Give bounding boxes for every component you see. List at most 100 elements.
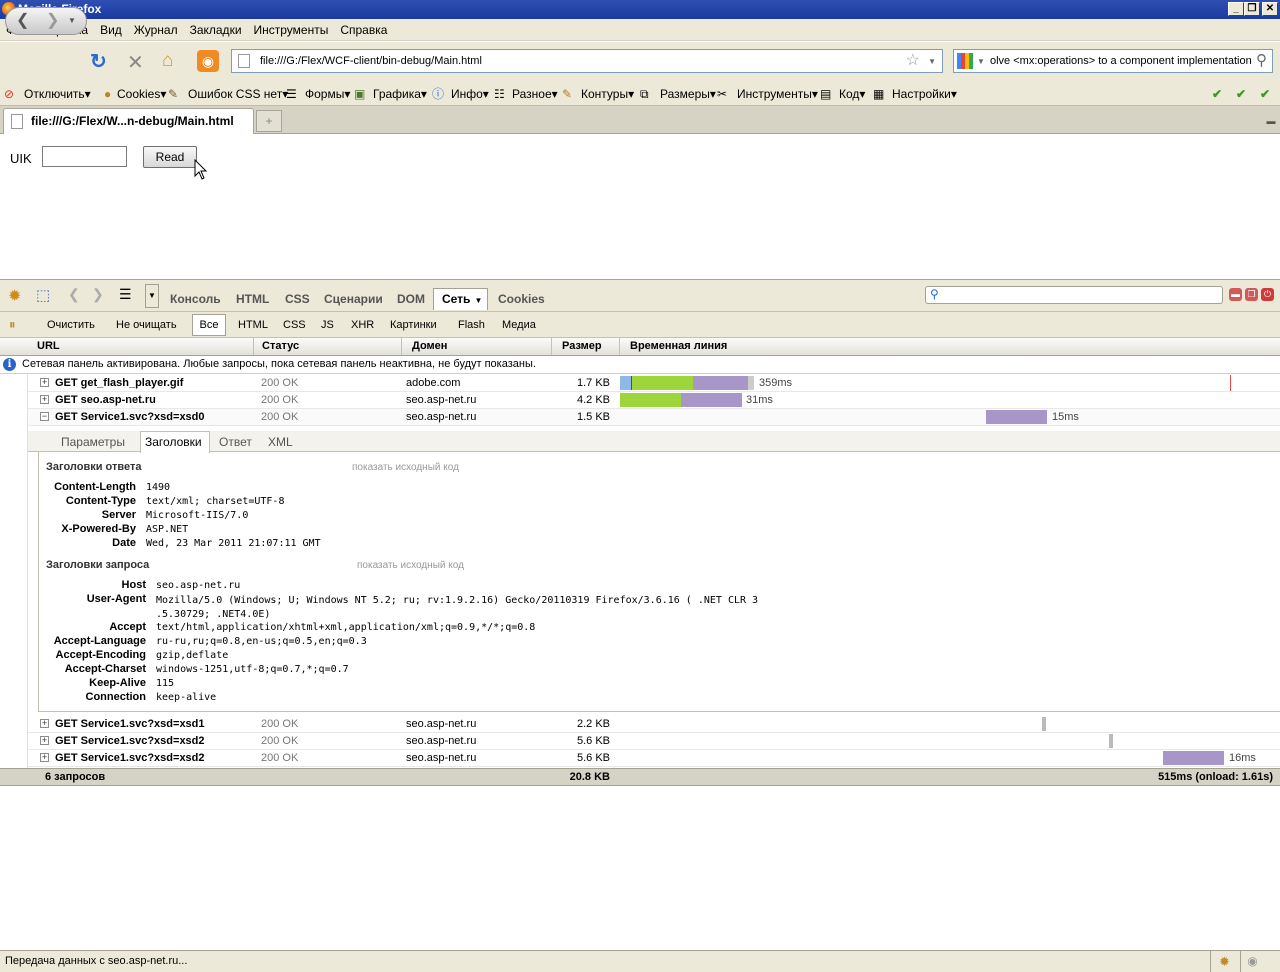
filter-all[interactable]: Все: [192, 314, 226, 336]
firebug-menu-icon[interactable]: ☰: [119, 286, 132, 303]
request-row[interactable]: + GET Service1.svc?xsd=xsd2 200 OK seo.a…: [28, 733, 1280, 750]
tab-html[interactable]: HTML: [236, 291, 269, 307]
read-button[interactable]: Read: [143, 146, 197, 168]
clear-button[interactable]: Очистить: [47, 318, 95, 332]
col-size[interactable]: Размер: [552, 338, 620, 355]
firebug-back-icon[interactable]: ❮: [68, 286, 80, 303]
tab-headers[interactable]: Заголовки: [140, 431, 210, 453]
url-text: file:///G:/Flex/WCF-client/bin-debug/Mai…: [260, 55, 482, 67]
firebug-icon[interactable]: ✹: [8, 286, 21, 306]
tab-net[interactable]: Сеть ▼: [433, 288, 488, 310]
menu-bookmarks[interactable]: Закладки: [184, 19, 248, 41]
firebug-detach-icon[interactable]: ❐: [1245, 288, 1258, 301]
tab-params[interactable]: Параметры: [61, 435, 125, 449]
tab-console[interactable]: Консоль: [170, 291, 221, 307]
expand-icon[interactable]: +: [40, 395, 49, 404]
url-dropdown-icon[interactable]: ▼: [928, 51, 936, 73]
menu-tools[interactable]: Инструменты: [248, 19, 335, 41]
expand-icon[interactable]: +: [40, 719, 49, 728]
filter-flash[interactable]: Flash: [458, 318, 485, 332]
search-input[interactable]: olve <mx:operations> to a component impl…: [990, 55, 1252, 67]
webdev-cookies[interactable]: Cookies▾: [117, 82, 166, 106]
firebug-search-input[interactable]: ⚲: [925, 286, 1223, 304]
maximize-button[interactable]: ❐: [1244, 2, 1260, 16]
firebug-forward-icon[interactable]: ❯: [92, 286, 104, 303]
collapse-icon[interactable]: −: [40, 412, 49, 421]
filter-html[interactable]: HTML: [238, 318, 268, 332]
js-valid-check-icon[interactable]: ✔: [1260, 82, 1270, 106]
menu-help[interactable]: Справка: [334, 19, 393, 41]
response-view-source-link[interactable]: показать исходный код: [352, 462, 459, 473]
bookmark-star-icon[interactable]: ☆: [906, 50, 920, 72]
uik-input[interactable]: [42, 146, 127, 167]
back-button[interactable]: ❮: [16, 10, 29, 30]
new-tab-button[interactable]: +: [256, 110, 282, 132]
tab-list-button[interactable]: ▬: [1262, 110, 1280, 132]
tab-css[interactable]: CSS: [285, 291, 310, 307]
request-view-source-link[interactable]: показать исходный код: [357, 560, 464, 571]
webdev-misc[interactable]: Разное▾: [512, 82, 558, 106]
webdev-info[interactable]: Инфо▾: [451, 82, 489, 106]
request-row[interactable]: + GET seo.asp-net.ru 200 OK seo.asp-net.…: [28, 392, 1280, 409]
tab-xml[interactable]: XML: [268, 435, 293, 449]
home-button[interactable]: ⌂: [162, 50, 173, 72]
col-timeline[interactable]: Временная линия: [620, 338, 1280, 355]
tab-main[interactable]: file:///G:/Flex/W...n-debug/Main.html: [3, 108, 254, 134]
history-dropdown-icon[interactable]: ▼: [68, 16, 76, 25]
request-row[interactable]: + GET get_flash_player.gif 200 OK adobe.…: [28, 375, 1280, 392]
filter-images[interactable]: Картинки: [390, 318, 437, 332]
webdev-resize[interactable]: Размеры▾: [660, 82, 716, 106]
minimize-button[interactable]: _: [1228, 2, 1244, 16]
close-button[interactable]: ✕: [1262, 2, 1278, 16]
persist-icon[interactable]: ⏸: [9, 317, 16, 333]
request-row[interactable]: + GET Service1.svc?xsd=xsd2 200 OK seo.a…: [28, 750, 1280, 767]
firebug-minimize-icon[interactable]: ▬: [1229, 288, 1242, 301]
col-domain[interactable]: Домен: [402, 338, 552, 355]
webdev-tools[interactable]: Инструменты▾: [737, 82, 818, 106]
webdev-images[interactable]: Графика▾: [373, 82, 427, 106]
webdev-outline[interactable]: Контуры▾: [581, 82, 634, 106]
filter-js[interactable]: JS: [321, 318, 334, 332]
css-valid-check-icon[interactable]: ✔: [1212, 82, 1222, 106]
forward-button[interactable]: ❯: [46, 10, 59, 30]
search-engine-icon[interactable]: [957, 53, 973, 69]
webdev-source[interactable]: Код▾: [839, 82, 865, 106]
persist-button[interactable]: Не очищать: [116, 318, 177, 332]
header-value: seo.asp-net.ru: [156, 580, 241, 591]
search-go-icon[interactable]: ⚲: [1256, 51, 1267, 69]
html-valid-check-icon[interactable]: ✔: [1236, 82, 1246, 106]
filter-css[interactable]: CSS: [283, 318, 306, 332]
info-icon: i: [3, 358, 16, 371]
expand-icon[interactable]: +: [40, 378, 49, 387]
expand-icon[interactable]: +: [40, 736, 49, 745]
url-bar[interactable]: file:///G:/Flex/WCF-client/bin-debug/Mai…: [231, 49, 943, 73]
col-status[interactable]: Статус: [254, 338, 402, 355]
col-url[interactable]: URL: [28, 338, 254, 355]
firebug-dropdown-icon[interactable]: ▼: [145, 284, 159, 308]
filter-media[interactable]: Медиа: [502, 318, 536, 332]
webdev-options[interactable]: Настройки▾: [892, 82, 957, 106]
tab-dom[interactable]: DOM: [397, 291, 425, 307]
tab-response[interactable]: Ответ: [219, 435, 252, 449]
webdev-css[interactable]: Ошибок CSS нет▾: [188, 82, 288, 106]
search-engine-dropdown-icon[interactable]: ▼: [977, 51, 985, 72]
webdev-forms[interactable]: Формы▾: [305, 82, 350, 106]
firebug-status-icon[interactable]: ✹: [1210, 951, 1238, 972]
tab-cookies[interactable]: Cookies: [498, 291, 545, 307]
reload-button[interactable]: ↻: [90, 49, 107, 74]
rss-status-icon[interactable]: ◉: [1240, 951, 1264, 972]
request-row[interactable]: + GET Service1.svc?xsd=xsd1 200 OK seo.a…: [28, 716, 1280, 733]
filter-xhr[interactable]: XHR: [351, 318, 374, 332]
webdev-disable[interactable]: Отключить▾: [24, 82, 91, 106]
menu-history[interactable]: Журнал: [128, 19, 184, 41]
request-row-expanded[interactable]: − GET Service1.svc?xsd=xsd0 200 OK seo.a…: [28, 409, 1280, 426]
stop-button[interactable]: ✕: [127, 50, 144, 75]
search-bar[interactable]: ▼ olve <mx:operations> to a component im…: [953, 49, 1273, 73]
menu-view[interactable]: Вид: [94, 19, 128, 41]
rss-icon[interactable]: ◉: [197, 50, 219, 72]
tab-script[interactable]: Сценарии: [324, 291, 383, 307]
expand-icon[interactable]: +: [40, 753, 49, 762]
inspect-icon[interactable]: ⬚: [36, 286, 50, 304]
misc-icon: ☷: [494, 87, 505, 101]
firebug-close-icon[interactable]: ⏻: [1261, 288, 1274, 301]
